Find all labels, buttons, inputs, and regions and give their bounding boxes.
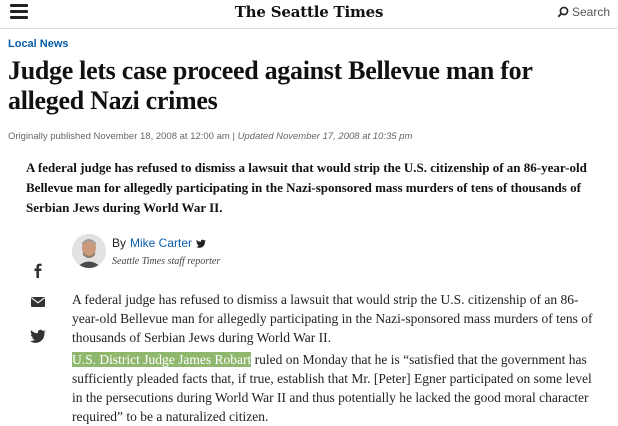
author-role: Seattle Times staff reporter — [112, 256, 221, 267]
byline: By Mike Carter — [112, 236, 207, 250]
email-icon — [31, 297, 45, 307]
dateline: Originally published November 18, 2008 a… — [8, 131, 412, 142]
highlighted-judge-name[interactable]: U.S. District Judge James Robart — [72, 352, 252, 367]
article-paragraph-1: A federal judge has refused to dismiss a… — [72, 292, 593, 345]
author-avatar[interactable] — [72, 234, 106, 268]
published-date: Originally published November 18, 2008 a… — [8, 131, 230, 142]
search-label: Search — [571, 5, 610, 19]
site-logo[interactable]: The Seattle Times — [0, 3, 618, 21]
author-twitter-icon[interactable] — [196, 239, 207, 248]
share-email-button[interactable] — [30, 294, 46, 310]
article-paragraph-2: U.S. District Judge James Robart ruled o… — [72, 350, 602, 426]
section-link[interactable]: Local News — [8, 38, 69, 50]
author-photo — [72, 234, 106, 268]
twitter-icon — [30, 329, 46, 343]
share-twitter-button[interactable] — [30, 328, 46, 344]
search-button[interactable]: Search — [557, 5, 610, 19]
search-icon — [557, 6, 569, 18]
updated-date: Updated November 17, 2008 at 10:35 pm — [237, 131, 413, 142]
share-facebook-button[interactable] — [30, 262, 46, 278]
byline-prefix: By — [112, 236, 127, 250]
facebook-icon — [34, 263, 42, 278]
article-headline: Judge lets case proceed against Bellevue… — [8, 56, 533, 115]
date-separator: | — [229, 131, 238, 142]
author-link[interactable]: Mike Carter — [130, 236, 192, 250]
top-bar: The Seattle Times Search — [0, 0, 618, 29]
article-summary: A federal judge has refused to dismiss a… — [26, 160, 587, 215]
